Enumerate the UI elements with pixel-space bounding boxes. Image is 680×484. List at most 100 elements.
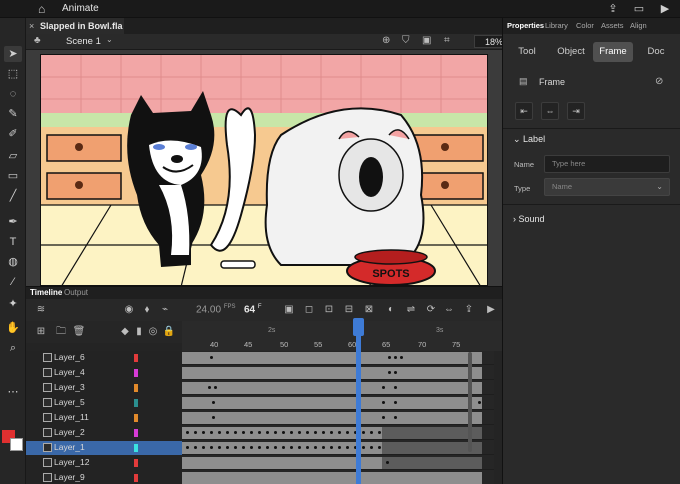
keyframe[interactable] bbox=[322, 431, 325, 434]
frame-span[interactable] bbox=[382, 457, 482, 469]
zoom-icon[interactable]: ⌕ bbox=[4, 340, 22, 356]
keyframe[interactable] bbox=[266, 446, 269, 449]
keyframe[interactable] bbox=[274, 431, 277, 434]
tab-assets[interactable]: Assets bbox=[601, 21, 624, 30]
keyframe[interactable] bbox=[186, 431, 189, 434]
timeline-scrollbar[interactable] bbox=[468, 352, 472, 452]
scene-icon[interactable]: ♣ bbox=[34, 35, 41, 46]
center-stage-icon[interactable]: ⊕ bbox=[382, 35, 390, 46]
lock-icon[interactable]: 🔒 bbox=[162, 325, 176, 339]
close-icon[interactable]: × bbox=[29, 18, 34, 34]
clip-icon[interactable]: ▣ bbox=[422, 35, 431, 46]
keyframe[interactable] bbox=[346, 446, 349, 449]
text-icon[interactable]: T bbox=[4, 234, 22, 250]
frame-row[interactable] bbox=[182, 456, 494, 470]
align-right-icon[interactable]: ⇥ bbox=[567, 102, 585, 120]
fps-readout[interactable]: 24.00 FPS bbox=[196, 304, 235, 315]
layer-name[interactable]: Layer_11 bbox=[54, 412, 89, 422]
pencil-icon[interactable]: ✎ bbox=[4, 106, 22, 122]
eyedropper-icon[interactable]: ⁄ bbox=[4, 274, 22, 290]
keyframe[interactable] bbox=[210, 431, 213, 434]
tab-properties[interactable]: Properties bbox=[507, 21, 544, 30]
frame-row[interactable] bbox=[182, 411, 494, 425]
onion-skin-icon[interactable]: ⬧ bbox=[140, 303, 154, 317]
layer-name[interactable]: Layer_3 bbox=[54, 382, 85, 392]
keyframe[interactable] bbox=[258, 446, 261, 449]
keyframe[interactable] bbox=[250, 431, 253, 434]
insert-keyframe-icon[interactable]: ▣ bbox=[282, 303, 296, 317]
play-icon[interactable]: ▶ bbox=[484, 303, 498, 317]
layer-name[interactable]: Layer_6 bbox=[54, 352, 85, 362]
keyframe[interactable] bbox=[394, 356, 397, 359]
layer-row-selected[interactable]: Layer_1 bbox=[26, 441, 182, 455]
keyframe[interactable] bbox=[382, 401, 385, 404]
keyframe[interactable] bbox=[330, 431, 333, 434]
keyframe[interactable] bbox=[212, 416, 215, 419]
keyframe[interactable] bbox=[478, 401, 481, 404]
layer-color[interactable] bbox=[134, 384, 138, 392]
keyframe[interactable] bbox=[210, 356, 213, 359]
keyframe[interactable] bbox=[306, 431, 309, 434]
layer-row[interactable]: Layer_3 bbox=[26, 381, 182, 395]
frame-row[interactable] bbox=[182, 366, 494, 380]
keyframe[interactable] bbox=[400, 356, 403, 359]
new-layer-icon[interactable]: ⊞ bbox=[34, 325, 48, 339]
keyframe[interactable] bbox=[362, 431, 365, 434]
name-input[interactable]: Type here bbox=[544, 155, 670, 173]
test-movie-icon[interactable]: ▶ bbox=[658, 2, 672, 16]
layer-color[interactable] bbox=[134, 354, 138, 362]
home-icon[interactable]: ⌂ bbox=[38, 2, 52, 16]
clear-keyframe-icon[interactable]: ⊠ bbox=[362, 303, 376, 317]
layer-name[interactable]: Layer_1 bbox=[54, 442, 85, 452]
paint-bucket-icon[interactable]: ◍ bbox=[4, 254, 22, 270]
keyframe[interactable] bbox=[194, 431, 197, 434]
layer-row[interactable]: Layer_11 bbox=[26, 411, 182, 425]
tab-color[interactable]: Color bbox=[576, 21, 594, 30]
tab-object[interactable]: Object bbox=[553, 42, 589, 62]
frame-span[interactable] bbox=[182, 397, 482, 409]
align-left-icon[interactable]: ⇤ bbox=[515, 102, 533, 120]
keyframe[interactable] bbox=[202, 431, 205, 434]
current-frame[interactable]: 64 F bbox=[244, 304, 262, 315]
expand-icon[interactable]: ▭ bbox=[632, 2, 646, 16]
frame-span[interactable] bbox=[182, 412, 482, 424]
keyframe[interactable] bbox=[382, 416, 385, 419]
layer-color[interactable] bbox=[134, 459, 138, 467]
highlight-icon[interactable]: ◆ bbox=[118, 325, 132, 339]
keyframe[interactable] bbox=[194, 446, 197, 449]
more-tools-icon[interactable]: ⋯ bbox=[4, 384, 22, 400]
frame-options-icon[interactable]: ⊘ bbox=[655, 76, 663, 87]
tab-tool[interactable]: Tool bbox=[513, 42, 541, 62]
frame-span[interactable] bbox=[182, 382, 482, 394]
frame-row[interactable] bbox=[182, 381, 494, 395]
new-folder-icon[interactable]: 🗀 bbox=[54, 325, 68, 339]
stage-area[interactable]: SPOTS bbox=[26, 50, 502, 286]
layer-name[interactable]: Layer_4 bbox=[54, 367, 85, 377]
pen-icon[interactable]: ✒ bbox=[4, 214, 22, 230]
keyframe[interactable] bbox=[214, 386, 217, 389]
selection-tool-icon[interactable]: ➤ bbox=[4, 46, 22, 62]
tab-doc[interactable]: Doc bbox=[641, 42, 671, 62]
layer-color[interactable] bbox=[134, 429, 138, 437]
playhead[interactable] bbox=[356, 318, 361, 484]
keyframe[interactable] bbox=[382, 386, 385, 389]
keyframe[interactable] bbox=[266, 431, 269, 434]
hand-icon[interactable]: ✋ bbox=[4, 320, 22, 336]
layer-name[interactable]: Layer_5 bbox=[54, 397, 85, 407]
insert-frame-icon[interactable]: ⊡ bbox=[322, 303, 336, 317]
keyframe[interactable] bbox=[290, 431, 293, 434]
frame-span[interactable] bbox=[382, 442, 482, 454]
keyframe[interactable] bbox=[242, 446, 245, 449]
keyframe[interactable] bbox=[282, 431, 285, 434]
frame-row[interactable] bbox=[182, 471, 494, 484]
keyframe[interactable] bbox=[274, 446, 277, 449]
layers-icon[interactable]: ≋ bbox=[34, 303, 48, 317]
keyframe[interactable] bbox=[306, 446, 309, 449]
edit-symbol-icon[interactable]: ⛉ bbox=[402, 35, 410, 46]
type-select[interactable]: Name ⌄ bbox=[544, 178, 670, 196]
keyframe[interactable] bbox=[290, 446, 293, 449]
scene-label[interactable]: Scene 1 bbox=[66, 36, 101, 47]
remove-frame-icon[interactable]: ⊟ bbox=[342, 303, 356, 317]
line-icon[interactable]: ╱ bbox=[4, 188, 22, 204]
keyframe[interactable] bbox=[298, 431, 301, 434]
